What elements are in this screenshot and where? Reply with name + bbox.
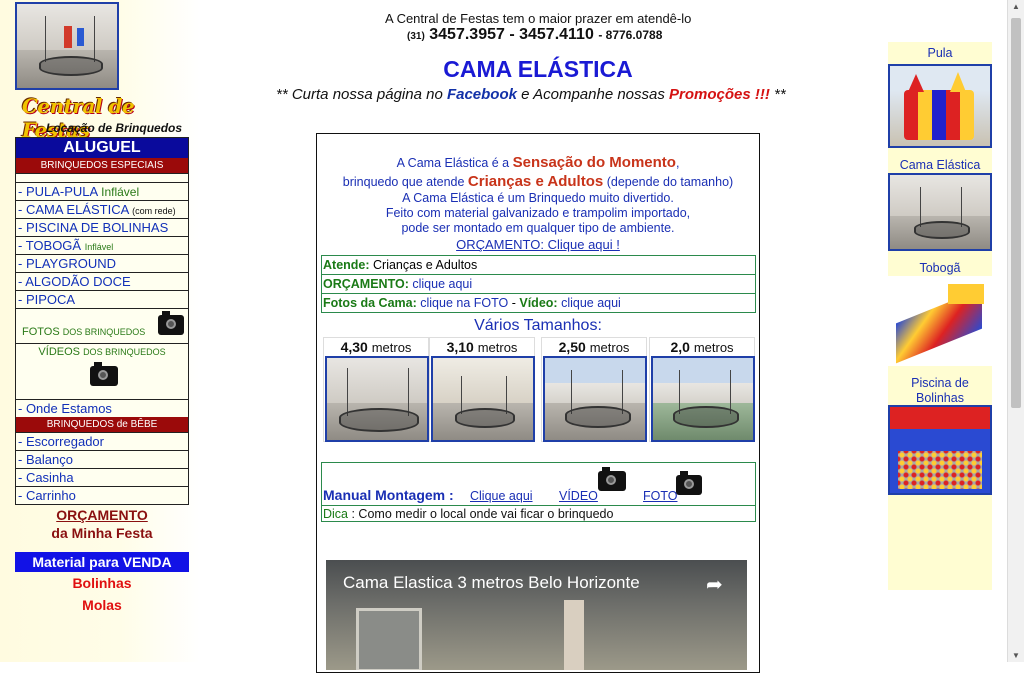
menu-subtitle-bebe: BRINQUEDOS de BÊBE — [16, 417, 188, 432]
manual-label: Manual Montagem : — [323, 487, 454, 503]
menu-item-videos[interactable]: VÍDEOS DOS BRINQUEDOS — [16, 343, 188, 399]
menu-title: ALUGUEL — [16, 138, 188, 158]
scrollbar[interactable]: ▲ ▼ — [1007, 0, 1024, 662]
menu-item-escorregador[interactable]: - Escorregador — [16, 432, 188, 450]
size-photo[interactable] — [325, 356, 429, 442]
orcamento-clique-link[interactable]: ORÇAMENTO: Clique aqui ! — [317, 237, 759, 252]
thumb-toboga[interactable] — [888, 276, 992, 366]
thumb-piscina[interactable] — [888, 405, 992, 495]
manual-foto-link[interactable]: FOTO — [643, 489, 678, 503]
right-label-toboga[interactable]: Tobogã — [888, 261, 992, 275]
phone-numbers: (31) 3457.3957 - 3457.4110 - 8776.0788 — [407, 26, 663, 43]
right-label-piscina[interactable]: Piscina de Bolinhas — [888, 376, 992, 406]
menu-item-algodao-doce[interactable]: - ALGODÃO DOCE — [16, 272, 188, 290]
menu-item-cama-elastica[interactable]: - CAMA ELÁSTICA (com rede) — [16, 200, 188, 218]
manual-video-link[interactable]: VÍDEO — [559, 489, 598, 503]
menu-item-piscina[interactable]: - PISCINA DE BOLINHAS — [16, 218, 188, 236]
menu-item-onde-estamos[interactable]: - Onde Estamos — [16, 399, 188, 417]
menu-item-fotos[interactable]: FOTOS DOS BRINQUEDOS — [16, 308, 188, 343]
scrollbar-thumb[interactable] — [1011, 18, 1021, 408]
share-icon[interactable]: ➦ — [706, 572, 723, 597]
intro-line-3: A Cama Elástica é um Brinquedo muito div… — [402, 191, 674, 205]
link-bolinhas[interactable]: Bolinhas — [15, 575, 189, 591]
menu-item-pula-pula[interactable]: - PULA-PULA Inflável — [16, 182, 188, 200]
menu-item-balanco[interactable]: - Balanço — [16, 450, 188, 468]
row-atende: Atende: Crianças e Adultos — [323, 258, 478, 272]
video-title: Cama Elastica 3 metros Belo Horizonte — [343, 573, 640, 592]
size-item[interactable]: 2,0 metros — [649, 337, 755, 442]
menu-item-pipoca[interactable]: - PIPOCA — [16, 290, 188, 308]
thumb-pula[interactable] — [888, 64, 992, 148]
video-camera-icon — [598, 467, 626, 491]
scroll-down-arrow-icon[interactable]: ▼ — [1008, 651, 1024, 660]
manual-montagem-box: Manual Montagem : Clique aqui VÍDEO FOTO… — [321, 462, 756, 522]
intro-line-2: brinquedo que atende Crianças e Adultos … — [342, 173, 734, 190]
welcome-text: A Central de Festas tem o maior prazer e… — [385, 11, 692, 26]
row-orcamento: ORÇAMENTO: clique aqui — [322, 274, 755, 293]
menu-item-toboga[interactable]: - TOBOGÃ Inflável — [16, 236, 188, 254]
intro-line-5: pode ser montado em qualquer tipo de amb… — [401, 221, 675, 235]
sizes-heading: Vários Tamanhos: — [474, 317, 602, 334]
right-label-pula[interactable]: Pula — [888, 46, 992, 60]
intro-line-1: A Cama Elástica é a Sensação do Momento, — [396, 154, 680, 171]
facebook-callout: ** Curta nossa página no Facebook e Acom… — [276, 86, 786, 103]
menu-aluguel: ALUGUEL BRINQUEDOS ESPECIAIS - PULA-PULA… — [15, 137, 189, 505]
right-label-cama[interactable]: Cama Elástica — [888, 158, 992, 172]
thumb-cama[interactable] — [888, 173, 992, 251]
video-frame-figure — [564, 600, 584, 670]
video-frame-window — [356, 608, 422, 670]
orcamento-link[interactable]: ORÇAMENTO da Minha Festa — [15, 506, 189, 542]
menu-subtitle: BRINQUEDOS ESPECIAIS — [16, 158, 188, 173]
video-camera-icon — [90, 362, 118, 386]
link-molas[interactable]: Molas — [15, 597, 189, 613]
dica-row: Dica : Como medir o local onde vai ficar… — [322, 505, 756, 522]
facebook-link[interactable]: Facebook — [447, 86, 517, 103]
left-sidebar: Central de Festas Locação de Brinquedos … — [0, 0, 200, 662]
camera-icon — [158, 311, 184, 335]
size-photo[interactable] — [543, 356, 647, 442]
size-photo[interactable] — [651, 356, 755, 442]
page-title: CAMA ELÁSTICA — [443, 56, 633, 82]
orcamento-clique-aqui[interactable]: clique aqui — [412, 277, 472, 291]
menu-item-casinha[interactable]: - Casinha — [16, 468, 188, 486]
size-item[interactable]: 4,30 metros — [323, 337, 429, 442]
intro-line-4: Feito com material galvanizado e trampol… — [385, 206, 691, 220]
size-photo[interactable] — [431, 356, 535, 442]
menu-item-carrinho[interactable]: - Carrinho — [16, 486, 188, 504]
right-sidebar: Pula Cama Elástica Tobogã Piscina de Boli… — [888, 42, 992, 590]
scroll-up-arrow-icon[interactable]: ▲ — [1008, 2, 1024, 11]
menu-item-playground[interactable]: - PLAYGROUND — [16, 254, 188, 272]
row-fotos-video: Fotos da Cama: clique na FOTO - Vídeo: c… — [322, 293, 755, 312]
video-player[interactable]: Cama Elastica 3 metros Belo Horizonte ➦ — [326, 560, 747, 670]
info-table: Atende: Crianças e Adultos ORÇAMENTO: cl… — [321, 255, 756, 313]
size-item[interactable]: 3,10 metros — [429, 337, 535, 442]
material-venda-header: Material para VENDA — [15, 552, 189, 572]
video-link[interactable]: clique aqui — [561, 296, 621, 310]
size-item[interactable]: 2,50 metros — [541, 337, 647, 442]
fotos-link[interactable]: clique na FOTO — [420, 296, 508, 310]
camera-icon — [676, 471, 702, 495]
promocoes-text: Promoções !!! — [669, 86, 770, 103]
manual-clique-aqui[interactable]: Clique aqui — [470, 489, 533, 503]
logo-tagline: Locação de Brinquedos — [46, 121, 183, 135]
